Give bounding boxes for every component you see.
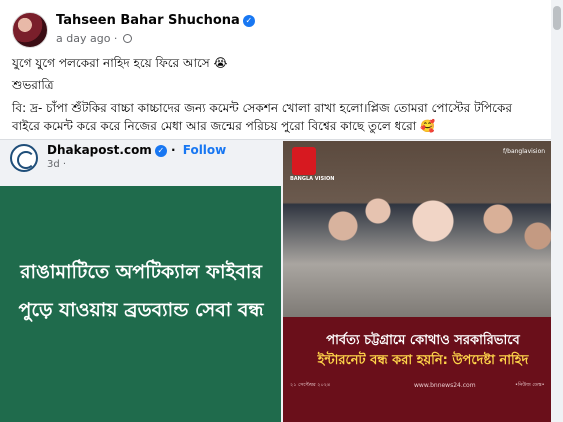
shared-page-avatar[interactable] — [10, 144, 38, 172]
author-name-row: Tahseen Bahar Shuchona ✓ — [56, 13, 259, 28]
news-photo — [283, 141, 563, 317]
news-date: ২১ সেপ্টেম্বর ২০২৪ — [290, 382, 331, 388]
post-text-line-4: বাইরে কমেন্ট করে করে নিজের মেধা আর জন্মে… — [12, 119, 435, 133]
verified-badge-icon: ✓ — [154, 145, 167, 157]
post-text-line-1: যুগে যুগে পলকেরা নাহিদ হয়ে ফিরে আসে 😭 — [12, 56, 228, 70]
scrollbar[interactable] — [551, 0, 563, 422]
author-name[interactable]: Tahseen Bahar Shuchona — [56, 13, 240, 28]
channel-handle: f/banglavision — [503, 148, 546, 155]
channel-logo-icon — [292, 147, 316, 175]
facebook-post: Tahseen Bahar Shuchona ✓ a day ago · যুগে… — [0, 0, 563, 422]
left-image-headline: রাঙামাটিতে অপটিক্যাল ফাইবার পুড়ে যাওয়া… — [18, 261, 264, 321]
post-text-line-3: বি: দ্র- চাঁপা শুঁটকির বাচ্চা কাচ্চাদের … — [12, 101, 513, 115]
shared-post-time[interactable]: 3d — [47, 159, 60, 170]
post-text-line-2: শুভরাত্রি — [12, 78, 54, 92]
scrollbar-thumb[interactable] — [553, 6, 561, 30]
shared-post-meta: 3d · — [47, 159, 67, 170]
post-time[interactable]: a day ago — [56, 32, 110, 45]
verified-badge-icon: ✓ — [242, 15, 255, 27]
post-meta: a day ago · — [56, 32, 132, 45]
author-avatar[interactable] — [12, 12, 48, 48]
news-headline-line-2: ইন্টারনেট বন্ধ করা হয়নি: উপদেষ্টা নাহিদ — [317, 353, 529, 368]
channel-brand: BANGLA VISION — [290, 176, 335, 182]
shared-page-name[interactable]: Dhakapost.com — [47, 143, 152, 157]
news-site: www.bnnews24.com — [414, 382, 476, 389]
news-headline-line-1: পার্বত্য চট্টগ্রামে কোথাও সরকারিভাবে — [326, 333, 520, 348]
follow-button[interactable]: Follow — [183, 143, 227, 157]
news-footer: •নিউজ ডেস্ক• — [515, 382, 545, 388]
shared-page-row: Dhakapost.com ✓ · Follow — [47, 143, 227, 157]
globe-icon — [122, 34, 132, 43]
